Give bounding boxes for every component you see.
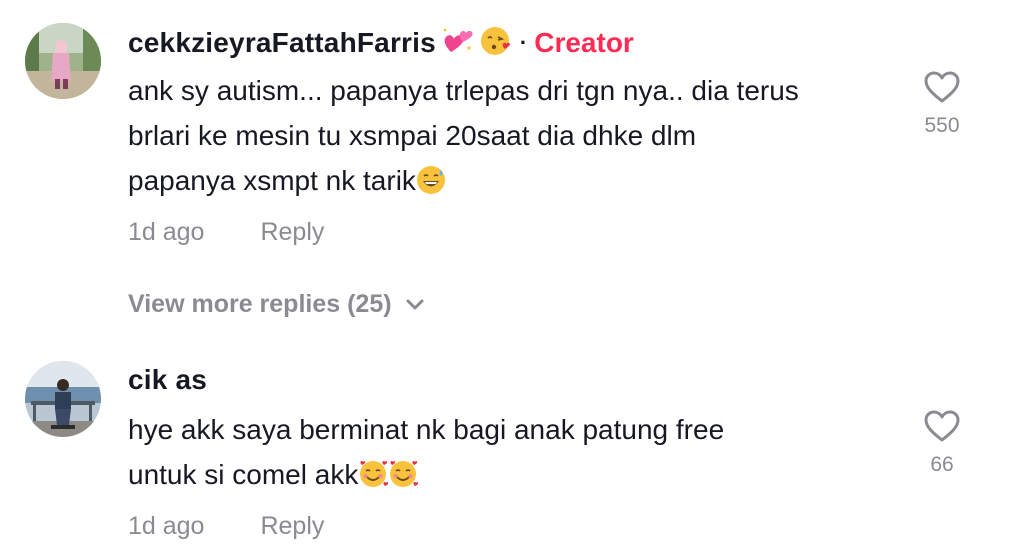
smiling-face-with-hearts-emoji-icon (388, 457, 419, 487)
username[interactable]: cik as (128, 364, 207, 396)
username-row: cik as (128, 360, 207, 400)
like-count: 66 (930, 453, 954, 476)
comment-line-2: brlari ke mesin tu xsmpai 20saat dia dhk… (128, 120, 697, 151)
timestamp: 1d ago (128, 512, 205, 540)
comment-text: ank sy autism... papanya trlepas dri tgn… (128, 68, 898, 203)
grinning-sweat-emoji-icon (416, 163, 446, 194)
reply-button[interactable]: Reply (260, 218, 324, 246)
comment-meta: 1d ago Reply (128, 218, 324, 247)
like-count: 550 (924, 114, 960, 137)
comment-line-2: untuk si comel akk (128, 452, 898, 497)
reply-button[interactable]: Reply (260, 512, 324, 540)
timestamp: 1d ago (128, 218, 205, 246)
creator-badge: Creator (534, 27, 634, 58)
sparkling-hearts-emoji-icon (442, 26, 474, 61)
view-more-replies-label: View more replies (25) (128, 290, 392, 318)
username-row: cekkzieyraFattahFarris · Creator (128, 23, 634, 63)
comment-meta: 1d ago Reply (128, 512, 324, 541)
heart-outline-icon (924, 71, 960, 103)
avatar[interactable] (25, 23, 101, 99)
view-more-replies-button[interactable]: View more replies (25) (128, 290, 424, 319)
like-button[interactable]: 550 (902, 70, 982, 138)
separator-dot: · (519, 30, 528, 55)
comment-line-1: ank sy autism... papanya trlepas dri tgn… (128, 75, 799, 106)
comment-line-1: hye akk saya berminat nk bagi anak patun… (128, 414, 725, 445)
comment-text: hye akk saya berminat nk bagi anak patun… (128, 407, 898, 497)
comment-line-3: papanya xsmpt nk tarik (128, 158, 898, 203)
username[interactable]: cekkzieyraFattahFarris (128, 27, 436, 59)
comment-line-3-text: papanya xsmpt nk tarik (128, 165, 416, 196)
avatar[interactable] (25, 361, 101, 437)
like-button[interactable]: 66 (902, 409, 982, 477)
chevron-down-icon (406, 299, 424, 309)
comment-line-2-text: untuk si comel akk (128, 459, 359, 490)
heart-outline-icon (924, 410, 960, 442)
kissing-face-emoji-icon (480, 25, 512, 62)
smiling-face-with-hearts-emoji-icon (358, 457, 389, 487)
